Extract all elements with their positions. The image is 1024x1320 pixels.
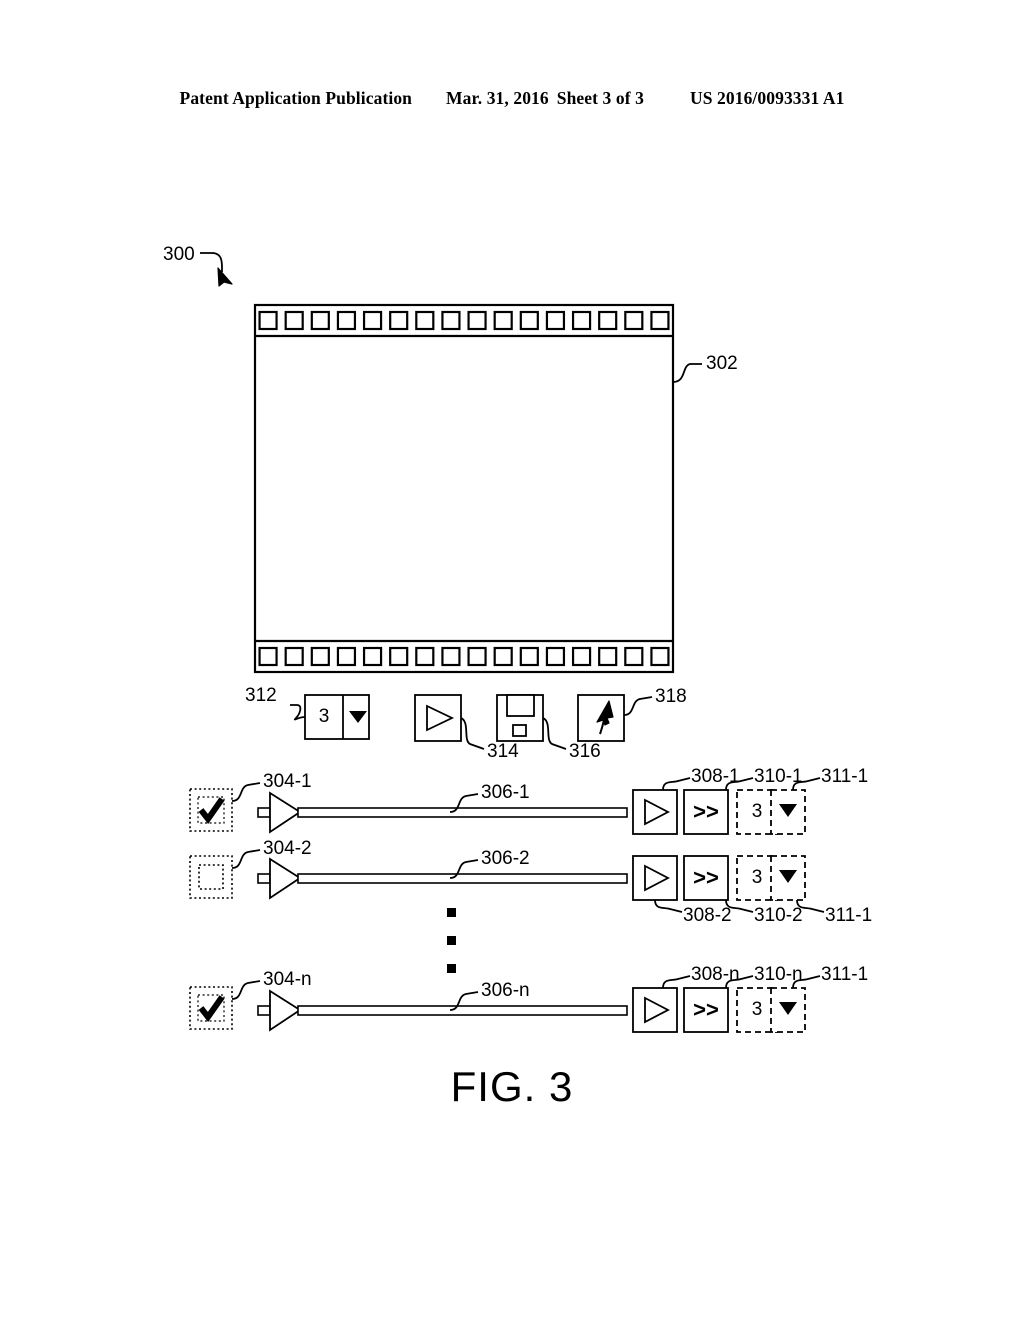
speed-value-1[interactable]: 3 [737,802,777,821]
sprocket-hole [493,646,513,667]
reference-leader-300 [200,252,233,287]
sprocket-hole [571,646,592,667]
sprocket-hole [650,646,670,667]
figure-caption: FIG. 3 [450,1063,574,1110]
reference-leader-304-2 [231,849,261,869]
toolbar-pointer-button[interactable] [577,694,625,742]
track-timeline-n[interactable] [257,989,628,1032]
sprocket-hole [598,646,618,667]
reference-leader-302 [672,363,702,383]
sprocket-hole [545,646,566,667]
track-play-button-1[interactable] [632,789,678,835]
sprocket-hole [571,310,592,331]
toolbar-speed-value[interactable]: 3 [305,707,343,726]
forward-label-n[interactable]: >> [684,999,728,1021]
speed-value-n[interactable]: 3 [737,1000,777,1019]
ref-label-316: 316 [569,741,601,762]
sprocket-hole [336,646,357,667]
track-timeline-2[interactable] [257,857,628,900]
sprocket-hole [519,310,539,331]
sprocket-hole [624,646,644,667]
ref-label-311-1-c: 311-1 [821,964,869,985]
toolbar-play-button[interactable] [414,694,462,742]
sprocket-hole [441,646,461,667]
ref-label-304-n: 304-n [263,969,312,990]
ref-label-310-1: 310-1 [754,766,803,787]
sprocket-hole [415,646,435,667]
ref-label-306-n: 306-n [481,980,530,1001]
sprocket-hole [415,310,435,331]
forward-label-1[interactable]: >> [684,801,728,823]
film-strip-preview-pane[interactable] [253,303,675,674]
reference-leader-314 [460,717,485,750]
sprocket-hole [624,310,644,331]
reference-leader-308-n [662,975,691,989]
reference-leader-312 [290,704,306,721]
sprocket-hole [310,646,330,667]
sprocket-hole [336,310,357,331]
ref-label-311-1-b: 311-1 [825,905,873,926]
ref-label-310-2: 310-2 [754,905,803,926]
reference-leader-304-n [231,980,261,1000]
reference-leader-308-2 [654,899,683,913]
vertical-ellipsis [447,908,456,973]
sprocket-hole [467,310,487,331]
ref-label-308-n: 308-n [691,964,740,985]
sprocket-hole [258,646,278,667]
sprocket-hole [519,646,539,667]
sprocket-hole [441,310,461,331]
reference-leader-316 [542,717,567,750]
ref-label-302: 302 [706,353,738,374]
forward-label-2[interactable]: >> [684,867,728,889]
figure-3-drawing [189,252,825,1033]
ref-label-308-1: 308-1 [691,766,740,787]
ref-label-304-1: 304-1 [263,771,312,792]
sprocket-hole [389,310,409,331]
sprocket-hole [362,646,383,667]
ref-label-304-2: 304-2 [263,838,312,859]
sprocket-hole [362,310,383,331]
ref-label-306-1: 306-1 [481,782,530,803]
sprocket-hole [284,310,304,331]
sprocket-hole [389,646,409,667]
ref-label-308-2: 308-2 [683,905,732,926]
sprocket-hole [493,310,513,331]
ref-label-311-1: 311-1 [821,766,869,787]
sprocket-hole [598,310,618,331]
sprocket-hole [284,646,304,667]
sprocket-hole [310,310,330,331]
track-play-button-n[interactable] [632,987,678,1033]
ref-label-300: 300 [163,244,195,265]
sprocket-hole [650,310,670,331]
ref-label-306-2: 306-2 [481,848,530,869]
reference-leader-318 [623,696,653,716]
reference-leader-304-1 [231,782,261,802]
ref-label-314: 314 [487,741,519,762]
track-checkbox-2[interactable] [189,855,233,899]
speed-value-2[interactable]: 3 [737,868,777,887]
track-play-button-2[interactable] [632,855,678,901]
ref-label-312: 312 [245,685,277,706]
sprocket-hole [545,310,566,331]
track-checkbox-n[interactable] [189,986,233,1030]
ref-label-310-n: 310-n [754,964,803,985]
ref-label-318: 318 [655,686,687,707]
sprocket-hole [467,646,487,667]
reference-leader-308-1 [662,777,691,791]
toolbar-save-button[interactable] [496,694,544,742]
sprocket-hole [258,310,278,331]
track-timeline-1[interactable] [257,791,628,834]
track-checkbox-1[interactable] [189,788,233,832]
